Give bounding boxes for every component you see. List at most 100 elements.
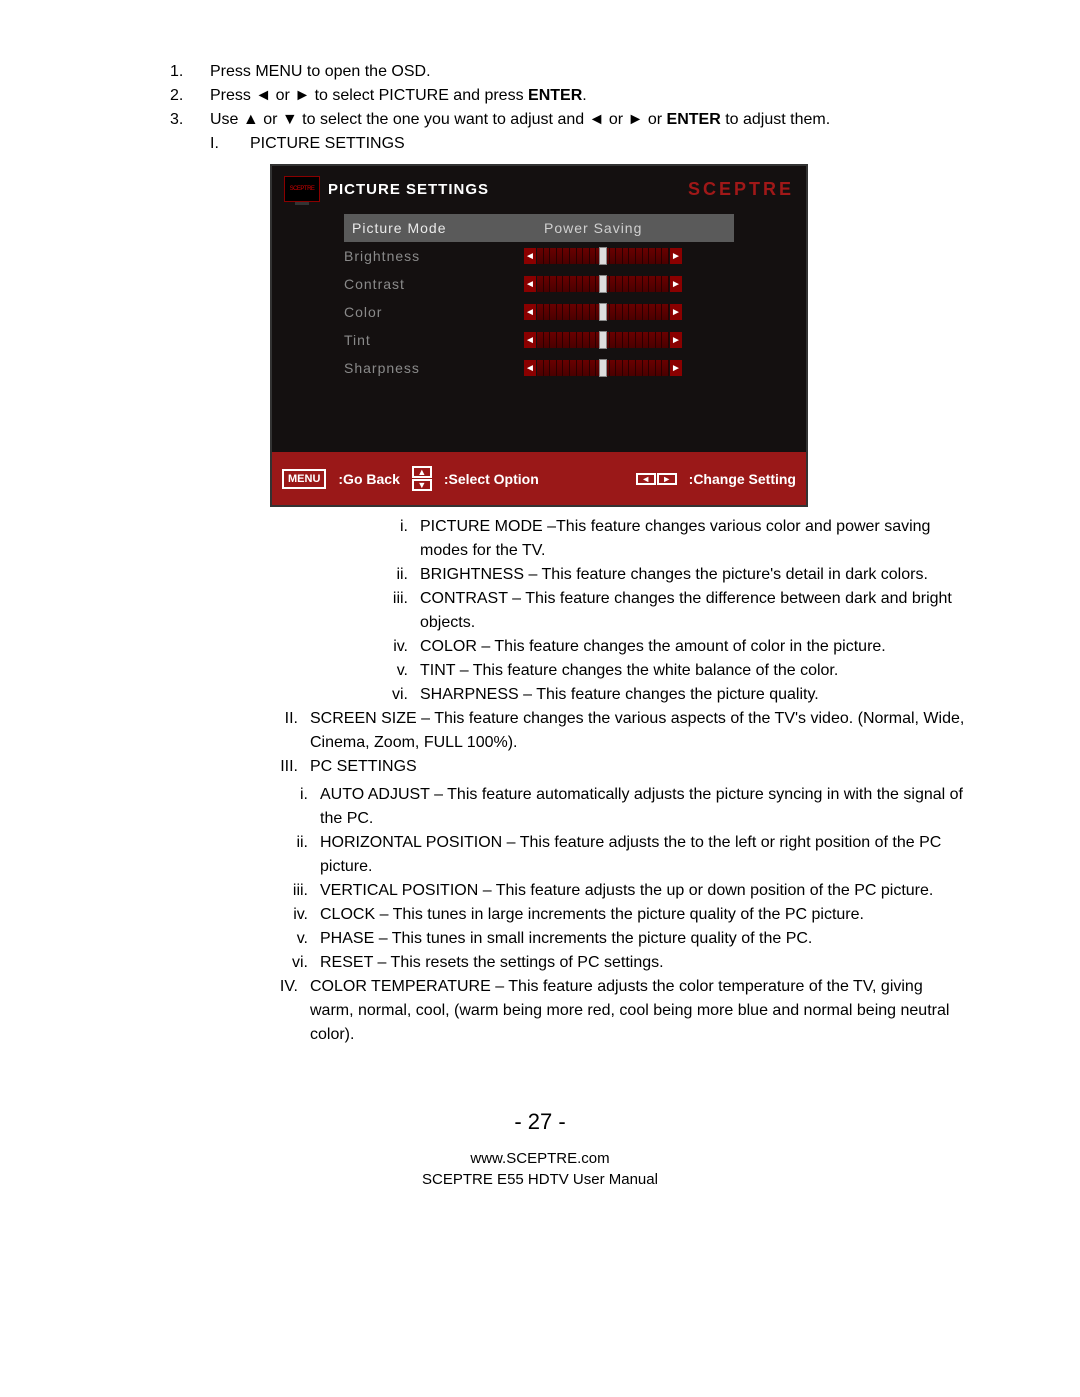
instruction-list: 1. Press MENU to open the OSD. 2. Press …: [170, 60, 970, 156]
item-text: HORIZONTAL POSITION – This feature adjus…: [320, 831, 970, 879]
up-arrow-icon: ▲: [243, 111, 259, 128]
label-sharpness: Sharpness: [344, 360, 524, 376]
slider-thumb[interactable]: [599, 331, 607, 349]
slider-thumb[interactable]: [599, 359, 607, 377]
item-text: VERTICAL POSITION – This feature adjusts…: [320, 879, 970, 903]
row-contrast[interactable]: Contrast ◄ ►: [344, 270, 734, 298]
slider-left-icon[interactable]: ◄: [524, 304, 536, 320]
item-number: i.: [210, 515, 420, 563]
osd-panel: SCEPTRE PICTURE SETTINGS SCEPTRE Picture…: [270, 164, 808, 507]
step-text: Use ▲ or ▼ to select the one you want to…: [210, 108, 970, 132]
step-text: Press MENU to open the OSD.: [210, 60, 970, 84]
subsection-list: IV.COLOR TEMPERATURE – This feature adju…: [210, 975, 970, 1047]
slider-left-icon[interactable]: ◄: [524, 360, 536, 376]
slider-right-icon[interactable]: ►: [670, 276, 682, 292]
slider-left-icon[interactable]: ◄: [524, 332, 536, 348]
pc-settings-descriptions: i.AUTO ADJUST – This feature automatical…: [110, 783, 970, 975]
item-number: vi.: [210, 683, 420, 707]
item-number: i.: [110, 783, 320, 831]
item-number: iii.: [110, 879, 320, 903]
slider-right-icon[interactable]: ►: [670, 248, 682, 264]
slider-track[interactable]: [537, 248, 669, 264]
slider-track[interactable]: [537, 304, 669, 320]
row-tint[interactable]: Tint ◄ ►: [344, 326, 734, 354]
brand-logo: SCEPTRE: [688, 179, 794, 200]
item-number: iii.: [210, 587, 420, 635]
slider-left-icon[interactable]: ◄: [524, 276, 536, 292]
slider-right-icon[interactable]: ►: [670, 360, 682, 376]
roman-number: III.: [210, 755, 310, 779]
label-picture-mode: Picture Mode: [344, 220, 524, 236]
item-number: iv.: [210, 635, 420, 659]
roman-text: PC SETTINGS: [310, 755, 970, 779]
right-arrow-icon: ►: [294, 87, 310, 104]
right-arrow-icon: ►: [628, 111, 644, 128]
slider-track[interactable]: [537, 332, 669, 348]
roman-text: SCREEN SIZE – This feature changes the v…: [310, 707, 970, 755]
label-contrast: Contrast: [344, 276, 524, 292]
slider-right-icon[interactable]: ►: [670, 332, 682, 348]
step-text: Press ◄ or ► to select PICTURE and press…: [210, 84, 970, 108]
item-text: CONTRAST – This feature changes the diff…: [420, 587, 970, 635]
slider-thumb[interactable]: [599, 275, 607, 293]
roman-number: II.: [210, 707, 310, 755]
page-number: - 27 -: [110, 1107, 970, 1138]
step-number: 3.: [170, 108, 210, 132]
slider-track[interactable]: [537, 276, 669, 292]
roman-number: I.: [210, 132, 250, 156]
up-down-icon: ▲ ▼: [412, 466, 432, 491]
roman-label: PICTURE SETTINGS: [250, 132, 405, 156]
label-color: Color: [344, 304, 524, 320]
slider-right-icon[interactable]: ►: [670, 304, 682, 320]
slider-thumb[interactable]: [599, 247, 607, 265]
item-number: ii.: [110, 831, 320, 879]
item-number: ii.: [210, 563, 420, 587]
roman-text: COLOR TEMPERATURE – This feature adjusts…: [310, 975, 970, 1047]
row-picture-mode[interactable]: Picture Mode Power Saving: [344, 214, 734, 242]
down-arrow-icon: ▼: [282, 111, 298, 128]
item-number: v.: [110, 927, 320, 951]
slider-sharpness[interactable]: ◄ ►: [524, 360, 682, 376]
slider-color[interactable]: ◄ ►: [524, 304, 682, 320]
left-arrow-icon: ◄: [589, 111, 605, 128]
slider-track[interactable]: [537, 360, 669, 376]
row-brightness[interactable]: Brightness ◄ ►: [344, 242, 734, 270]
item-text: SHARPNESS – This feature changes the pic…: [420, 683, 970, 707]
picture-settings-descriptions: i.PICTURE MODE –This feature changes var…: [210, 515, 970, 707]
item-text: CLOCK – This tunes in large increments t…: [320, 903, 970, 927]
item-number: iv.: [110, 903, 320, 927]
row-sharpness[interactable]: Sharpness ◄ ►: [344, 354, 734, 382]
item-number: vi.: [110, 951, 320, 975]
subsection-list: II.SCREEN SIZE – This feature changes th…: [210, 707, 970, 779]
left-right-icon: ◄ ►: [636, 473, 677, 485]
footer-url: www.SCEPTRE.com: [110, 1148, 970, 1169]
item-text: PHASE – This tunes in small increments t…: [320, 927, 970, 951]
step-number: 1.: [170, 60, 210, 84]
tv-icon: SCEPTRE: [284, 176, 320, 202]
slider-thumb[interactable]: [599, 303, 607, 321]
value-picture-mode: Power Saving: [524, 220, 642, 236]
item-text: COLOR – This feature changes the amount …: [420, 635, 970, 659]
item-text: PICTURE MODE –This feature changes vario…: [420, 515, 970, 563]
page-footer: - 27 - www.SCEPTRE.com SCEPTRE E55 HDTV …: [110, 1107, 970, 1190]
footer-manual: SCEPTRE E55 HDTV User Manual: [110, 1169, 970, 1190]
label-tint: Tint: [344, 332, 524, 348]
enter-label: ENTER: [667, 111, 721, 128]
change-setting-label: :Change Setting: [689, 471, 796, 487]
slider-tint[interactable]: ◄ ►: [524, 332, 682, 348]
label-brightness: Brightness: [344, 248, 524, 264]
enter-label: ENTER: [528, 87, 582, 104]
go-back-label: :Go Back: [338, 471, 399, 487]
step-number: 2.: [170, 84, 210, 108]
menu-button-icon: MENU: [282, 469, 326, 489]
roman-number: IV.: [210, 975, 310, 1047]
slider-brightness[interactable]: ◄ ►: [524, 248, 682, 264]
item-text: BRIGHTNESS – This feature changes the pi…: [420, 563, 970, 587]
slider-contrast[interactable]: ◄ ►: [524, 276, 682, 292]
osd-title: PICTURE SETTINGS: [328, 181, 489, 198]
slider-left-icon[interactable]: ◄: [524, 248, 536, 264]
row-color[interactable]: Color ◄ ►: [344, 298, 734, 326]
select-option-label: :Select Option: [444, 471, 539, 487]
item-text: RESET – This resets the settings of PC s…: [320, 951, 970, 975]
item-text: AUTO ADJUST – This feature automatically…: [320, 783, 970, 831]
